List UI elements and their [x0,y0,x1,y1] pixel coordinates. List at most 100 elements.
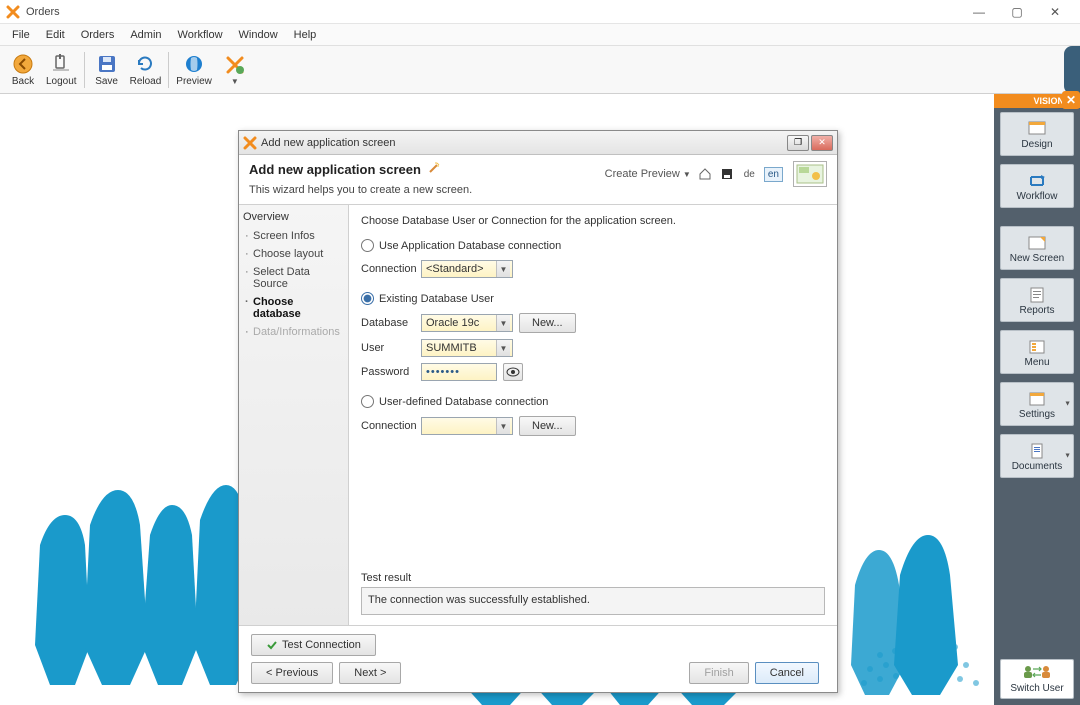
back-button[interactable]: Back [4,48,42,92]
database-combo[interactable]: Oracle 19c ▼ [421,314,513,332]
chevron-down-icon: ▼ [683,170,691,179]
panel-reports-button[interactable]: Reports [1000,278,1074,322]
reload-label: Reload [130,76,162,87]
panel-design-label: Design [1021,139,1052,150]
lang-en[interactable]: en [764,167,783,182]
preview-icon [182,52,206,76]
edge-badge [1064,46,1080,94]
cancel-button[interactable]: Cancel [755,662,819,684]
logout-icon [49,52,73,76]
dialog-restore-button[interactable]: ❐ [787,135,809,151]
vision-tag-label: VISION [1033,96,1064,106]
back-label: Back [12,76,34,87]
menubar: File Edit Orders Admin Workflow Window H… [0,24,1080,46]
test-result-box: The connection was successfully establis… [361,587,825,615]
lang-de[interactable]: de [741,168,758,181]
panel-workflow-label: Workflow [1017,191,1058,202]
maximize-button[interactable]: ▢ [998,0,1036,24]
save-button[interactable]: Save [88,48,126,92]
floppy-icon[interactable] [719,166,735,182]
new-connection-button[interactable]: New... [519,416,576,436]
logout-button[interactable]: Logout [42,48,81,92]
nav-overview: Overview [243,211,344,223]
vision-tag: VISION ✕ [994,94,1080,108]
test-result-label: Test result [361,572,825,584]
chevron-down-icon: ▼ [496,418,510,434]
chevron-down-icon: ▼ [496,261,510,277]
settings-icon [1029,389,1045,409]
switch-user-button[interactable]: Switch User [1000,659,1074,699]
connection-combo[interactable]: <Standard> ▼ [421,260,513,278]
panel-workflow-button[interactable]: Workflow [1000,164,1074,208]
user-combo[interactable]: SUMMITB ▼ [421,339,513,357]
titlebar: Orders — ▢ ✕ [0,0,1080,24]
vision-x-icon[interactable]: ✕ [1062,91,1080,109]
test-connection-button[interactable]: Test Connection [251,634,376,656]
canvas: VISION ✕ Design Workflow New Screen Repo… [0,94,1080,705]
dialog-heading: Add new application screen [249,161,605,178]
preview-thumbnail[interactable] [793,161,827,187]
radio-existing-db-user[interactable]: Existing Database User [361,292,825,305]
password-label: Password [361,366,415,378]
panel-menu-button[interactable]: Menu [1000,330,1074,374]
radio-userdef-input[interactable] [361,395,374,408]
menu-window[interactable]: Window [231,27,286,43]
logout-label: Logout [46,76,77,87]
chevron-down-icon: ▼ [1064,401,1071,408]
wizard-dialog: Add new application screen ❐ ✕ Add new a… [238,130,838,693]
next-button[interactable]: Next > [339,662,401,684]
new-database-button[interactable]: New... [519,313,576,333]
documents-icon [1029,441,1045,461]
nav-choose-layout[interactable]: Choose layout [243,245,344,263]
menu-file[interactable]: File [4,27,38,43]
back-icon [11,52,35,76]
preview-button[interactable]: Preview [172,48,216,92]
panel-newscreen-button[interactable]: New Screen [1000,226,1074,270]
reload-icon [133,52,157,76]
panel-settings-button[interactable]: Settings ▼ [1000,382,1074,426]
nav-choose-database[interactable]: Choose database [243,293,344,323]
panel-documents-button[interactable]: Documents ▼ [1000,434,1074,478]
panel-reports-label: Reports [1019,305,1054,316]
finish-button: Finish [689,662,748,684]
password-reveal-button[interactable] [503,363,523,381]
menu-edit[interactable]: Edit [38,27,73,43]
home-icon[interactable] [697,166,713,182]
reload-button[interactable]: Reload [126,48,166,92]
nav-screen-infos[interactable]: Screen Infos [243,227,344,245]
panel-design-button[interactable]: Design [1000,112,1074,156]
password-input[interactable]: ••••••• [421,363,497,381]
toolbar: Back Logout Save Reload Preview ▼ [0,46,1080,94]
connection2-combo[interactable]: ▼ [421,417,513,435]
previous-button[interactable]: < Previous [251,662,333,684]
newscreen-icon [1028,233,1046,253]
radio-userdef-connection[interactable]: User-defined Database connection [361,395,825,408]
check-icon [266,639,278,651]
app-icon [6,5,20,19]
connection-label: Connection [361,263,415,275]
menu-orders[interactable]: Orders [73,27,123,43]
reports-icon [1029,285,1045,305]
switch-user-icon [1022,664,1052,683]
menu-help[interactable]: Help [286,27,325,43]
menu-admin[interactable]: Admin [122,27,169,43]
dialog-titlebar[interactable]: Add new application screen ❐ ✕ [239,131,837,155]
minimize-button[interactable]: — [960,0,998,24]
content-intro: Choose Database User or Connection for t… [361,215,825,227]
menu-workflow[interactable]: Workflow [170,27,231,43]
create-preview-link[interactable]: Create Preview ▼ [605,168,691,180]
dialog-close-button[interactable]: ✕ [811,135,833,151]
radio-use-app-connection[interactable]: Use Application Database connection [361,239,825,252]
preview-label: Preview [176,76,212,87]
nav-select-data-source[interactable]: Select Data Source [243,263,344,293]
chevron-down-icon: ▼ [1064,453,1071,460]
wizard-content: Choose Database User or Connection for t… [349,205,837,625]
save-label: Save [95,76,118,87]
extras-button[interactable]: ▼ [216,48,254,92]
dialog-title-text: Add new application screen [261,137,785,149]
radio-app-conn-input[interactable] [361,239,374,252]
close-button[interactable]: ✕ [1036,0,1074,24]
save-icon [95,52,119,76]
radio-existing-input[interactable] [361,292,374,305]
chevron-down-icon: ▼ [496,315,510,331]
